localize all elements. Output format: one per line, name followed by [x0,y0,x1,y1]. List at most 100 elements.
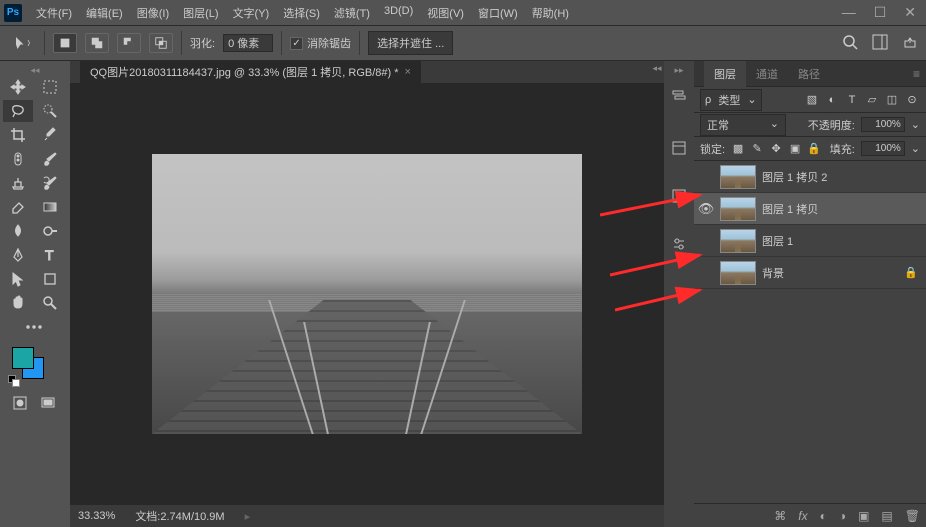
default-colors[interactable] [8,375,22,389]
filter-type-dropdown[interactable]: ρ 类型 ⌄ [700,89,762,111]
clone-stamp-tool[interactable] [3,172,33,194]
close-tab-icon[interactable]: × [405,66,411,78]
history-brush-tool[interactable] [35,172,65,194]
select-and-mask-button[interactable]: 选择并遮住 ... [368,31,453,55]
menu-file[interactable]: 文件(F) [30,2,78,24]
dodge-tool[interactable] [35,220,65,242]
marquee-tool[interactable] [35,76,65,98]
screen-mode[interactable] [37,392,59,414]
filter-pixel-icon[interactable]: ▧ [804,92,820,108]
adjustments-panel-icon[interactable] [668,233,690,255]
lock-paint-icon[interactable]: ✎ [750,142,764,156]
search-icon[interactable] [842,34,858,53]
character-panel-icon[interactable] [668,185,690,207]
tool-preset-picker[interactable] [8,32,36,54]
bool-subtract-selection[interactable] [117,33,141,53]
lock-all-icon[interactable]: 🔒 [807,142,821,156]
layer-mask-icon[interactable]: ◐ [820,509,827,523]
filter-adjust-icon[interactable]: ◐ [824,92,840,108]
gradient-tool[interactable] [35,196,65,218]
tab-layers[interactable]: 图层 [704,61,746,87]
layer-row[interactable]: 图层 1 [694,225,926,257]
menu-3d[interactable]: 3D(D) [378,2,419,24]
foreground-color[interactable] [12,347,34,369]
dock-grip[interactable]: ▸▸ [664,65,694,75]
delete-layer-icon[interactable]: 🗑 [905,509,920,523]
doc-info[interactable]: 文档:2.74M/10.9M [135,508,224,524]
workspace-icon[interactable] [872,34,888,53]
layer-name[interactable]: 图层 1 拷贝 [762,201,922,217]
new-layer-icon[interactable]: ▤ [881,509,892,523]
menu-edit[interactable]: 编辑(E) [80,2,129,24]
layer-thumbnail[interactable] [720,229,756,253]
layer-fx-icon[interactable]: fx [798,509,807,523]
crop-tool[interactable] [3,124,33,146]
properties-panel-icon[interactable] [668,137,690,159]
color-swatches[interactable] [2,347,68,387]
lasso-tool[interactable] [3,100,33,122]
layer-thumbnail[interactable] [720,261,756,285]
filter-shape-icon[interactable]: ▱ [864,92,880,108]
lock-artboard-icon[interactable]: ▣ [788,142,802,156]
layer-row[interactable]: 👁 图层 1 拷贝 [694,193,926,225]
bool-new-selection[interactable] [53,33,77,53]
antialias-checkbox[interactable]: 消除锯齿 [290,35,351,51]
toolbox-collapse-grip[interactable]: ◂◂ [2,65,68,75]
visibility-toggle[interactable] [698,265,714,281]
visibility-toggle[interactable]: 👁 [698,201,714,217]
layer-row[interactable]: 背景 🔒 [694,257,926,289]
quick-select-tool[interactable] [35,100,65,122]
layer-name[interactable]: 图层 1 [762,233,922,249]
visibility-toggle[interactable] [698,233,714,249]
shape-tool[interactable] [35,268,65,290]
status-arrow-icon[interactable]: ▸ [245,510,251,523]
adjustment-layer-icon[interactable]: ◑ [839,509,846,523]
menu-view[interactable]: 视图(V) [421,2,470,24]
blur-tool[interactable] [3,220,33,242]
opacity-input[interactable]: 100% [861,117,905,132]
filter-smart-icon[interactable]: ◫ [884,92,900,108]
zoom-tool[interactable] [35,292,65,314]
eyedropper-tool[interactable] [35,124,65,146]
hand-tool[interactable] [3,292,33,314]
healing-brush-tool[interactable] [3,148,33,170]
bool-intersect-selection[interactable] [149,33,173,53]
brush-tool[interactable] [35,148,65,170]
type-tool[interactable]: T [35,244,65,266]
close-button[interactable]: ✕ [904,4,916,21]
link-layers-icon[interactable]: ⌘ [774,509,786,523]
new-group-icon[interactable]: ▣ [858,509,869,523]
menu-image[interactable]: 图像(I) [131,2,175,24]
tab-paths[interactable]: 路径 [788,61,830,87]
pen-tool[interactable] [3,244,33,266]
menu-text[interactable]: 文字(Y) [227,2,276,24]
path-select-tool[interactable] [3,268,33,290]
menu-help[interactable]: 帮助(H) [526,2,575,24]
fill-input[interactable]: 100% [861,141,905,156]
edit-toolbar[interactable] [3,316,65,338]
eraser-tool[interactable] [3,196,33,218]
bool-add-selection[interactable] [85,33,109,53]
layer-row[interactable]: 图层 1 拷贝 2 [694,161,926,193]
filter-toggle-icon[interactable]: ⊙ [904,92,920,108]
menu-window[interactable]: 窗口(W) [472,2,524,24]
filter-type-icon[interactable]: T [844,92,860,108]
feather-input[interactable] [223,34,273,52]
menu-select[interactable]: 选择(S) [277,2,326,24]
history-panel-icon[interactable] [668,85,690,107]
document-tab[interactable]: QQ图片20180311184437.jpg @ 33.3% (图层 1 拷贝,… [80,61,421,83]
panel-menu-icon[interactable]: ≡ [913,67,920,81]
maximize-button[interactable]: ☐ [874,4,887,21]
share-icon[interactable] [902,34,918,53]
layer-name[interactable]: 图层 1 拷贝 2 [762,169,922,185]
tab-channels[interactable]: 通道 [746,61,788,87]
menu-layer[interactable]: 图层(L) [177,2,224,24]
blend-mode-dropdown[interactable]: 正常⌄ [700,114,786,136]
layer-thumbnail[interactable] [720,165,756,189]
zoom-level[interactable]: 33.33% [78,510,115,522]
menu-filter[interactable]: 滤镜(T) [328,2,376,24]
canvas[interactable] [70,83,664,505]
move-tool[interactable] [3,76,33,98]
layer-name[interactable]: 背景 [762,265,898,281]
canvas-collapse-grip[interactable]: ◂◂ [650,61,664,75]
